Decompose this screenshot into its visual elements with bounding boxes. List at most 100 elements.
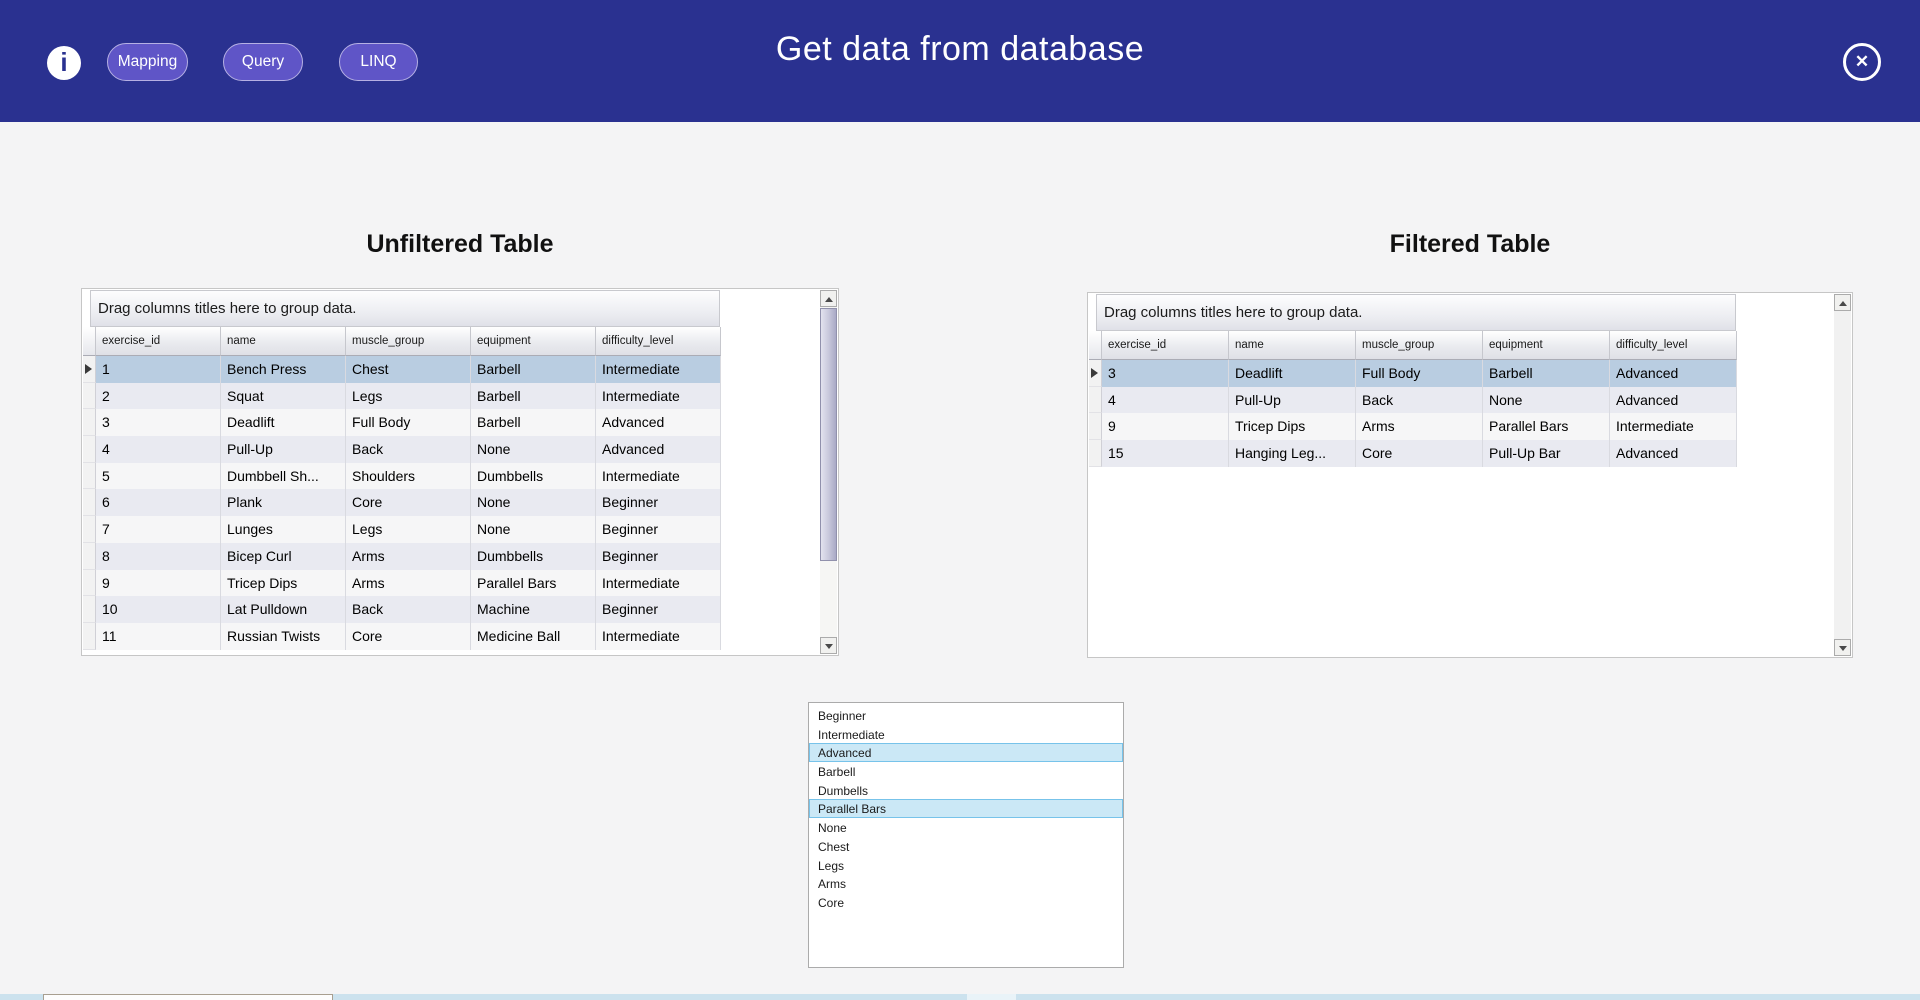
table-cell[interactable]: Deadlift bbox=[221, 409, 346, 436]
table-cell[interactable]: 9 bbox=[96, 570, 221, 597]
table-cell[interactable]: Intermediate bbox=[596, 623, 721, 650]
table-cell[interactable]: Advanced bbox=[596, 409, 721, 436]
table-cell[interactable]: Plank bbox=[221, 489, 346, 516]
table-row[interactable]: 9Tricep DipsArmsParallel BarsIntermediat… bbox=[83, 570, 721, 597]
list-item[interactable]: Parallel Bars bbox=[809, 799, 1123, 818]
table-cell[interactable]: Intermediate bbox=[596, 570, 721, 597]
table-cell[interactable]: Beginner bbox=[596, 596, 721, 623]
row-header[interactable] bbox=[83, 543, 96, 570]
column-header-difficulty_level[interactable]: difficulty_level bbox=[596, 327, 721, 356]
vertical-scrollbar[interactable] bbox=[1834, 294, 1851, 656]
vertical-scrollbar[interactable] bbox=[820, 290, 837, 654]
column-header-exercise_id[interactable]: exercise_id bbox=[1102, 331, 1229, 360]
row-header[interactable] bbox=[83, 516, 96, 543]
row-header[interactable] bbox=[83, 623, 96, 650]
column-header-exercise_id[interactable]: exercise_id bbox=[96, 327, 221, 356]
table-cell[interactable]: Legs bbox=[346, 383, 471, 410]
list-item[interactable]: Chest bbox=[809, 837, 1123, 856]
group-drop-area[interactable]: Drag columns titles here to group data. bbox=[1096, 294, 1736, 331]
table-cell[interactable]: Russian Twists bbox=[221, 623, 346, 650]
table-cell[interactable]: 8 bbox=[96, 543, 221, 570]
filter-listbox[interactable]: BeginnerIntermediateAdvancedBarbellDumbe… bbox=[808, 702, 1124, 968]
table-cell[interactable]: Shoulders bbox=[346, 463, 471, 490]
table-cell[interactable]: Dumbbells bbox=[471, 543, 596, 570]
table-cell[interactable]: Intermediate bbox=[1610, 413, 1737, 440]
table-cell[interactable]: 4 bbox=[1102, 387, 1229, 414]
table-cell[interactable]: Intermediate bbox=[596, 463, 721, 490]
table-cell[interactable]: Bicep Curl bbox=[221, 543, 346, 570]
table-cell[interactable]: Barbell bbox=[471, 409, 596, 436]
row-header[interactable] bbox=[83, 570, 96, 597]
table-cell[interactable]: Intermediate bbox=[596, 356, 721, 383]
table-cell[interactable]: Bench Press bbox=[221, 356, 346, 383]
table-cell[interactable]: Dumbbell Sh... bbox=[221, 463, 346, 490]
row-header[interactable] bbox=[83, 356, 96, 383]
table-cell[interactable]: Lat Pulldown bbox=[221, 596, 346, 623]
table-cell[interactable]: Barbell bbox=[471, 356, 596, 383]
table-cell[interactable]: Hanging Leg... bbox=[1229, 440, 1356, 467]
table-cell[interactable]: Lunges bbox=[221, 516, 346, 543]
table-cell[interactable]: 9 bbox=[1102, 413, 1229, 440]
table-cell[interactable]: Legs bbox=[346, 516, 471, 543]
table-cell[interactable]: Parallel Bars bbox=[471, 570, 596, 597]
column-header-difficulty_level[interactable]: difficulty_level bbox=[1610, 331, 1737, 360]
table-cell[interactable]: Beginner bbox=[596, 543, 721, 570]
table-cell[interactable]: 7 bbox=[96, 516, 221, 543]
table-cell[interactable]: 11 bbox=[96, 623, 221, 650]
table-cell[interactable]: 4 bbox=[96, 436, 221, 463]
list-item[interactable]: Core bbox=[809, 893, 1123, 912]
row-header[interactable] bbox=[1089, 413, 1102, 440]
scroll-up-button[interactable] bbox=[820, 290, 837, 307]
table-cell[interactable]: Tricep Dips bbox=[221, 570, 346, 597]
row-header[interactable] bbox=[1089, 387, 1102, 414]
table-cell[interactable]: Arms bbox=[1356, 413, 1483, 440]
table-cell[interactable]: Intermediate bbox=[596, 383, 721, 410]
table-row[interactable]: 3DeadliftFull BodyBarbellAdvanced bbox=[83, 409, 721, 436]
table-row[interactable]: 7LungesLegsNoneBeginner bbox=[83, 516, 721, 543]
table-cell[interactable]: Back bbox=[1356, 387, 1483, 414]
table-row[interactable]: 6PlankCoreNoneBeginner bbox=[83, 489, 721, 516]
table-cell[interactable]: 3 bbox=[96, 409, 221, 436]
table-row[interactable]: 3DeadliftFull BodyBarbellAdvanced bbox=[1089, 360, 1737, 387]
table-cell[interactable]: 3 bbox=[1102, 360, 1229, 387]
table-cell[interactable]: Medicine Ball bbox=[471, 623, 596, 650]
table-cell[interactable]: Barbell bbox=[1483, 360, 1610, 387]
table-row[interactable]: 15Hanging Leg...CorePull-Up BarAdvanced bbox=[1089, 440, 1737, 467]
scroll-up-button[interactable] bbox=[1834, 294, 1851, 311]
row-header[interactable] bbox=[83, 383, 96, 410]
table-cell[interactable]: 10 bbox=[96, 596, 221, 623]
table-cell[interactable]: 5 bbox=[96, 463, 221, 490]
list-item[interactable]: Legs bbox=[809, 856, 1123, 875]
table-cell[interactable]: None bbox=[1483, 387, 1610, 414]
row-header[interactable] bbox=[1089, 360, 1102, 387]
table-cell[interactable]: Deadlift bbox=[1229, 360, 1356, 387]
table-cell[interactable]: Beginner bbox=[596, 516, 721, 543]
column-header-equipment[interactable]: equipment bbox=[471, 327, 596, 356]
table-row[interactable]: 4Pull-UpBackNoneAdvanced bbox=[1089, 387, 1737, 414]
table-cell[interactable]: 15 bbox=[1102, 440, 1229, 467]
table-row[interactable]: 4Pull-UpBackNoneAdvanced bbox=[83, 436, 721, 463]
table-cell[interactable]: Squat bbox=[221, 383, 346, 410]
scrollbar-thumb[interactable] bbox=[820, 308, 837, 561]
table-cell[interactable]: Advanced bbox=[1610, 360, 1737, 387]
table-cell[interactable]: Beginner bbox=[596, 489, 721, 516]
row-header[interactable] bbox=[83, 596, 96, 623]
table-row[interactable]: 2SquatLegsBarbellIntermediate bbox=[83, 383, 721, 410]
column-header-muscle_group[interactable]: muscle_group bbox=[1356, 331, 1483, 360]
table-cell[interactable]: Arms bbox=[346, 570, 471, 597]
table-cell[interactable]: Machine bbox=[471, 596, 596, 623]
table-cell[interactable]: Core bbox=[346, 623, 471, 650]
row-header[interactable] bbox=[83, 463, 96, 490]
list-item[interactable]: Barbell bbox=[809, 762, 1123, 781]
column-header-name[interactable]: name bbox=[221, 327, 346, 356]
row-header[interactable] bbox=[83, 436, 96, 463]
table-row[interactable]: 10Lat PulldownBackMachineBeginner bbox=[83, 596, 721, 623]
table-row[interactable]: 8Bicep CurlArmsDumbbellsBeginner bbox=[83, 543, 721, 570]
table-cell[interactable]: Barbell bbox=[471, 383, 596, 410]
table-cell[interactable]: Pull-Up bbox=[221, 436, 346, 463]
column-header-name[interactable]: name bbox=[1229, 331, 1356, 360]
column-header-muscle_group[interactable]: muscle_group bbox=[346, 327, 471, 356]
list-item[interactable]: Intermediate bbox=[809, 725, 1123, 744]
table-cell[interactable]: Dumbbells bbox=[471, 463, 596, 490]
table-row[interactable]: 11Russian TwistsCoreMedicine BallInterme… bbox=[83, 623, 721, 650]
